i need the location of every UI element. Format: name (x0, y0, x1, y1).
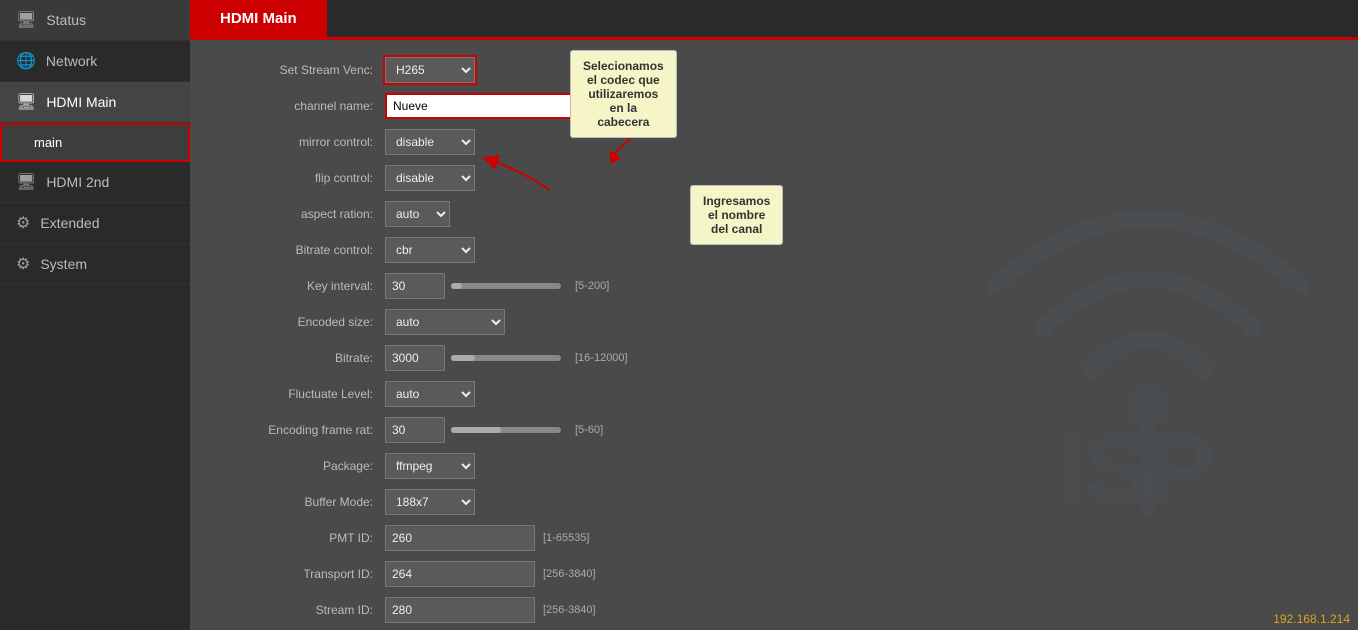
transport-id-label: Transport ID: (230, 567, 385, 581)
bitrate-input[interactable] (385, 345, 445, 371)
system-icon: ⚙ (16, 254, 30, 274)
flip-control-select[interactable]: disable enable (385, 165, 475, 191)
key-interval-range: [5-200] (575, 280, 609, 292)
key-interval-input[interactable] (385, 273, 445, 299)
channel-name-input[interactable] (385, 93, 585, 119)
encoding-frame-rate-label: Encoding frame rat: (230, 423, 385, 437)
sidebar-item-system[interactable]: ⚙ System (0, 244, 190, 285)
encoding-frame-rate-row: Encoding frame rat: [5-60] (230, 416, 1318, 444)
buffer-mode-select[interactable]: 188x7 188x14 (385, 489, 475, 515)
sidebar-item-extended[interactable]: ⚙ Extended (0, 203, 190, 244)
sidebar-item-label: Extended (40, 215, 99, 231)
stream-id-input[interactable] (385, 597, 535, 623)
key-interval-row: Key interval: [5-200] (230, 272, 1318, 300)
fluctuate-level-select[interactable]: auto low medium high (385, 381, 475, 407)
mirror-control-select[interactable]: disable enable (385, 129, 475, 155)
extended-icon: ⚙ (16, 213, 30, 233)
encoded-size-label: Encoded size: (230, 315, 385, 329)
sidebar-item-label: main (34, 135, 62, 150)
bitrate-row: Bitrate: [16-12000] (230, 344, 1318, 372)
form-area: Set Stream Venc: H265 H264 channel name:… (190, 40, 1358, 630)
sidebar-item-label: Status (46, 12, 86, 28)
stream-id-label: Stream ID: (230, 603, 385, 617)
pmt-id-row: PMT ID: [1-65535] (230, 524, 1318, 552)
hdmi-main-tab[interactable]: HDMI Main (190, 0, 327, 37)
aspect-ratio-label: aspect ration: (230, 207, 385, 221)
sidebar-item-label: System (40, 256, 87, 272)
bitrate-slider[interactable] (451, 355, 561, 361)
ip-address: 192.168.1.214 (1273, 612, 1350, 626)
bitrate-slider-container: [16-12000] (385, 345, 628, 371)
encoding-frame-rate-slider[interactable] (451, 427, 561, 433)
pmt-id-label: PMT ID: (230, 531, 385, 545)
content-area: ISP Selecionamos el codec que utilizarem… (190, 40, 1358, 630)
aspect-ratio-select[interactable]: auto 4:3 16:9 (385, 201, 450, 227)
key-interval-label: Key interval: (230, 279, 385, 293)
key-interval-slider-container: [5-200] (385, 273, 609, 299)
hdmi2-icon: 🖥 (16, 172, 36, 192)
bitrate-control-select[interactable]: cbr vbr (385, 237, 475, 263)
package-select[interactable]: ffmpeg ts (385, 453, 475, 479)
set-stream-venc-label: Set Stream Venc: (230, 63, 385, 77)
hdmi-icon: 🖥 (16, 92, 36, 112)
sidebar-item-main[interactable]: main (0, 123, 190, 162)
key-interval-slider[interactable] (451, 283, 561, 289)
network-icon: 🌐 (16, 51, 36, 71)
mirror-control-label: mirror control: (230, 135, 385, 149)
bitrate-control-label: Bitrate control: (230, 243, 385, 257)
buffer-mode-row: Buffer Mode: 188x7 188x14 (230, 488, 1318, 516)
encoding-frame-rate-slider-container: [5-60] (385, 417, 603, 443)
sidebar-item-label: Network (46, 53, 97, 69)
bitrate-label: Bitrate: (230, 351, 385, 365)
stream-id-range: [256-3840] (543, 604, 596, 616)
encoding-frame-rate-range: [5-60] (575, 424, 603, 436)
flip-control-label: flip control: (230, 171, 385, 185)
main-area: HDMI Main ISP Selecionamos el codec que … (190, 0, 1358, 630)
fluctuate-level-label: Fluctuate Level: (230, 387, 385, 401)
transport-id-range: [256-3840] (543, 568, 596, 580)
pmt-id-range: [1-65535] (543, 532, 589, 544)
pmt-id-input[interactable] (385, 525, 535, 551)
sidebar-item-hdmi-2nd[interactable]: 🖥 HDMI 2nd (0, 162, 190, 203)
set-stream-venc-select[interactable]: H265 H264 (385, 57, 475, 83)
transport-id-input[interactable] (385, 561, 535, 587)
encoded-size-select[interactable]: auto 1920x1080 1280x720 (385, 309, 505, 335)
set-stream-venc-row: Set Stream Venc: H265 H264 (230, 56, 1318, 84)
encoding-frame-rate-input[interactable] (385, 417, 445, 443)
monitor-icon: 🖥 (16, 10, 36, 30)
sidebar-item-status[interactable]: 🖥 Status (0, 0, 190, 41)
sidebar-item-hdmi-main[interactable]: 🖥 HDMI Main (0, 82, 190, 123)
encoded-size-row: Encoded size: auto 1920x1080 1280x720 (230, 308, 1318, 336)
channel-name-row: channel name: (230, 92, 1318, 120)
sidebar: 🖥 Status 🌐 Network 🖥 HDMI Main main 🖥 HD… (0, 0, 190, 630)
buffer-mode-label: Buffer Mode: (230, 495, 385, 509)
package-label: Package: (230, 459, 385, 473)
sidebar-item-label: HDMI Main (46, 94, 116, 110)
fluctuate-level-row: Fluctuate Level: auto low medium high (230, 380, 1318, 408)
package-row: Package: ffmpeg ts (230, 452, 1318, 480)
transport-id-row: Transport ID: [256-3840] (230, 560, 1318, 588)
channel-name-label: channel name: (230, 99, 385, 113)
sidebar-item-network[interactable]: 🌐 Network (0, 41, 190, 82)
tooltip2-arrow (480, 155, 560, 195)
sidebar-item-label: HDMI 2nd (46, 174, 109, 190)
mirror-control-row: mirror control: disable enable (230, 128, 1318, 156)
stream-id-row: Stream ID: [256-3840] (230, 596, 1318, 624)
header-tabs: HDMI Main (190, 0, 1358, 40)
bitrate-range: [16-12000] (575, 352, 628, 364)
